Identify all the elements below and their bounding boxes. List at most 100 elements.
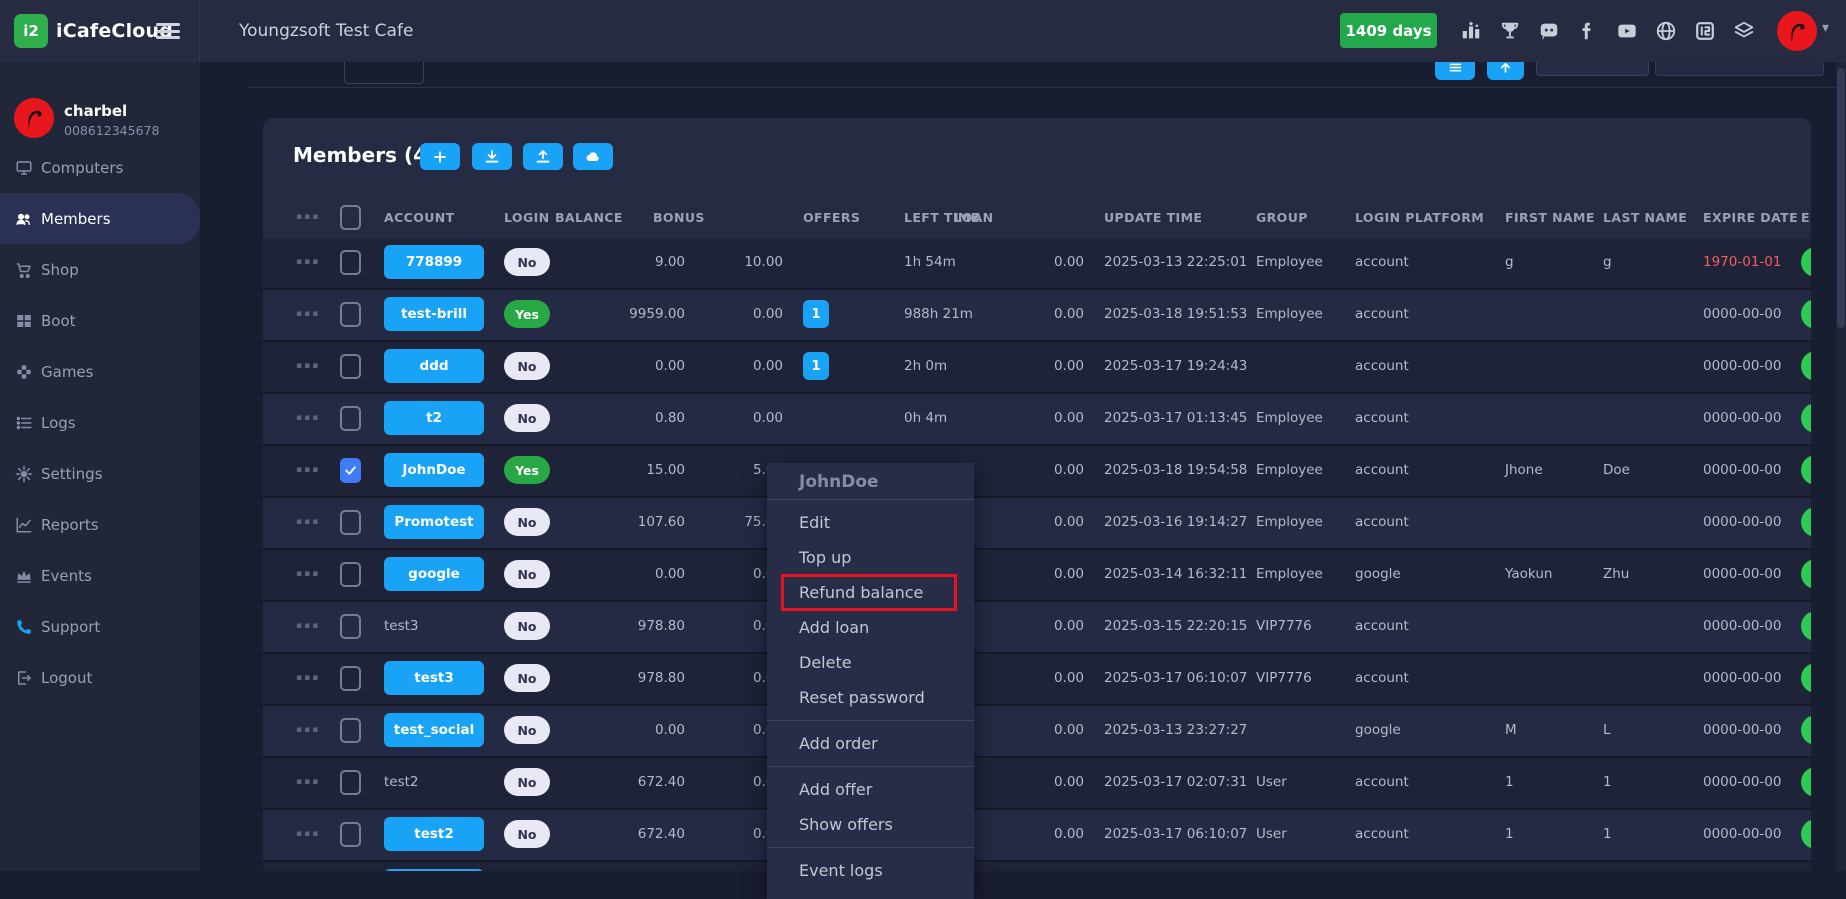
table-row[interactable]: ▪▪▪t2No0.800.000h 4m0.002025-03-17 01:13… — [263, 394, 1811, 446]
context-menu-item-add-loan[interactable]: Add loan — [767, 610, 974, 645]
row-checkbox[interactable] — [340, 770, 361, 795]
enabled-toggle[interactable] — [1801, 715, 1811, 745]
column-header-update_time[interactable]: UPDATE TIME — [1104, 196, 1244, 238]
user-avatar[interactable] — [1777, 11, 1817, 51]
sidebar-item-reports[interactable]: Reports — [0, 499, 200, 550]
context-menu-item-edit[interactable]: Edit — [767, 505, 974, 540]
enabled-toggle[interactable] — [1801, 819, 1811, 849]
row-checkbox[interactable] — [340, 562, 361, 587]
table-row[interactable]: ▪▪▪dddNo0.000.0012h 0m0.002025-03-17 19:… — [263, 342, 1811, 394]
table-row[interactable]: ▪▪▪test3No978.800.000.002025-03-17 06:10… — [263, 654, 1811, 706]
row-more-icon[interactable]: ▪▪▪ — [296, 498, 318, 546]
table-row[interactable]: ▪▪▪test1234No0.000.000.002025-03-15 12:3… — [263, 862, 1811, 871]
enabled-toggle[interactable] — [1801, 611, 1811, 641]
youtube-icon[interactable] — [1614, 18, 1640, 44]
select-all-checkbox[interactable] — [340, 205, 361, 230]
sidebar-item-boot[interactable]: Boot — [0, 295, 200, 346]
context-menu-item-top-up[interactable]: Top up — [767, 540, 974, 575]
column-header-account[interactable]: ACCOUNT — [384, 196, 524, 238]
column-header-enabled[interactable]: E — [1801, 196, 1811, 238]
account-button[interactable]: test2 — [384, 817, 484, 851]
column-header-expire_date[interactable]: EXPIRE DATE — [1703, 196, 1811, 238]
enabled-toggle[interactable] — [1801, 507, 1811, 537]
context-menu-item-delete[interactable]: Delete — [767, 645, 974, 680]
context-menu-item-add-offer[interactable]: Add offer — [767, 772, 974, 807]
row-more-icon[interactable]: ▪▪▪ — [296, 758, 318, 806]
row-more-icon[interactable]: ▪▪▪ — [296, 446, 318, 494]
trophy-icon[interactable] — [1497, 18, 1523, 44]
upload-member-button[interactable] — [523, 143, 563, 170]
account-button[interactable]: test3 — [384, 661, 484, 695]
ranking-icon[interactable] — [1458, 18, 1484, 44]
row-more-icon[interactable]: ▪▪▪ — [296, 602, 318, 650]
sidebar-item-members[interactable]: Members — [0, 193, 200, 244]
subscription-days-badge[interactable]: 1409 days — [1340, 13, 1437, 48]
offer-count-badge[interactable]: 1 — [803, 300, 829, 328]
add-member-button[interactable] — [420, 143, 460, 170]
download-member-button[interactable] — [472, 143, 512, 170]
account-button[interactable]: Promotest — [384, 505, 484, 539]
column-header-bonus[interactable]: BONUS — [653, 196, 783, 238]
row-checkbox[interactable] — [340, 666, 361, 691]
row-more-icon[interactable]: ▪▪▪ — [296, 654, 318, 702]
scrollbar-thumb[interactable] — [1837, 68, 1845, 328]
sidebar-item-computers[interactable]: Computers — [0, 142, 200, 193]
table-row[interactable]: ▪▪▪778899No9.0010.001h 54m0.002025-03-13… — [263, 238, 1811, 290]
enabled-toggle[interactable] — [1801, 663, 1811, 693]
enabled-toggle[interactable] — [1801, 767, 1811, 797]
sidebar-avatar[interactable] — [14, 98, 54, 138]
account-button[interactable]: test_social — [384, 713, 484, 747]
sidebar-item-logs[interactable]: Logs — [0, 397, 200, 448]
account-button[interactable]: 778899 — [384, 245, 484, 279]
account-button[interactable]: test-brill — [384, 297, 484, 331]
icafe-mini-icon[interactable] — [1692, 18, 1718, 44]
table-row[interactable]: ▪▪▪PromotestNo107.6075.000.002025-03-16 … — [263, 498, 1811, 550]
sidebar-item-support[interactable]: Support — [0, 601, 200, 652]
row-checkbox[interactable] — [340, 718, 361, 743]
sidebar-item-logout[interactable]: Logout — [0, 652, 200, 703]
account-button[interactable]: ddd — [384, 349, 484, 383]
table-row[interactable]: ▪▪▪googleNo0.000.000.002025-03-14 16:32:… — [263, 550, 1811, 602]
sidebar-item-events[interactable]: Events — [0, 550, 200, 601]
sidebar-item-games[interactable]: Games — [0, 346, 200, 397]
enabled-toggle[interactable] — [1801, 559, 1811, 589]
row-checkbox[interactable] — [340, 354, 361, 379]
enabled-toggle[interactable] — [1801, 247, 1811, 277]
sidebar-item-shop[interactable]: Shop — [0, 244, 200, 295]
globe-icon[interactable] — [1653, 18, 1679, 44]
hamburger-menu-icon[interactable] — [156, 23, 180, 39]
column-header-loan[interactable]: LOAN — [954, 196, 1084, 238]
enabled-toggle[interactable] — [1801, 455, 1811, 485]
column-header-platform[interactable]: LOGIN PLATFORM — [1355, 196, 1495, 238]
table-row[interactable]: ▪▪▪test_socialNo0.000.000.002025-03-13 2… — [263, 706, 1811, 758]
enabled-toggle[interactable] — [1801, 351, 1811, 381]
row-checkbox[interactable] — [340, 510, 361, 535]
account-button[interactable]: JohnDoe — [384, 453, 484, 487]
cloud-member-button[interactable] — [573, 143, 613, 170]
row-checkbox[interactable] — [340, 302, 361, 327]
window-scrollbar[interactable] — [1836, 62, 1846, 871]
account-button[interactable]: google — [384, 557, 484, 591]
row-more-icon[interactable]: ▪▪▪ — [296, 394, 318, 442]
sidebar-item-settings[interactable]: Settings — [0, 448, 200, 499]
discord-icon[interactable] — [1536, 18, 1562, 44]
row-more-icon[interactable]: ▪▪▪ — [296, 706, 318, 754]
row-more-icon[interactable]: ▪▪▪ — [296, 238, 318, 286]
row-checkbox[interactable] — [340, 458, 361, 483]
context-menu-item-refund-balance[interactable]: Refund balance — [767, 575, 974, 610]
row-checkbox[interactable] — [340, 822, 361, 847]
table-row[interactable]: ▪▪▪JohnDoeYes15.005.001h 49m0.002025-03-… — [263, 446, 1811, 498]
layers-icon[interactable] — [1731, 18, 1757, 44]
context-menu-item-add-order[interactable]: Add order — [767, 726, 974, 761]
row-checkbox[interactable] — [340, 250, 361, 275]
chevron-down-icon[interactable]: ▾ — [1822, 20, 1829, 36]
table-row[interactable]: ▪▪▪test2No672.400.000.002025-03-17 06:10… — [263, 810, 1811, 862]
row-more-icon[interactable]: ▪▪▪ — [296, 290, 318, 338]
context-menu-item-reset-password[interactable]: Reset password — [767, 680, 974, 715]
context-menu-item-show-offers[interactable]: Show offers — [767, 807, 974, 842]
enabled-toggle[interactable] — [1801, 299, 1811, 329]
account-button[interactable]: t2 — [384, 401, 484, 435]
table-row[interactable]: ▪▪▪test-brillYes9959.000.001988h 21m0.00… — [263, 290, 1811, 342]
row-checkbox[interactable] — [340, 614, 361, 639]
row-more-icon[interactable]: ▪▪▪ — [296, 862, 318, 871]
